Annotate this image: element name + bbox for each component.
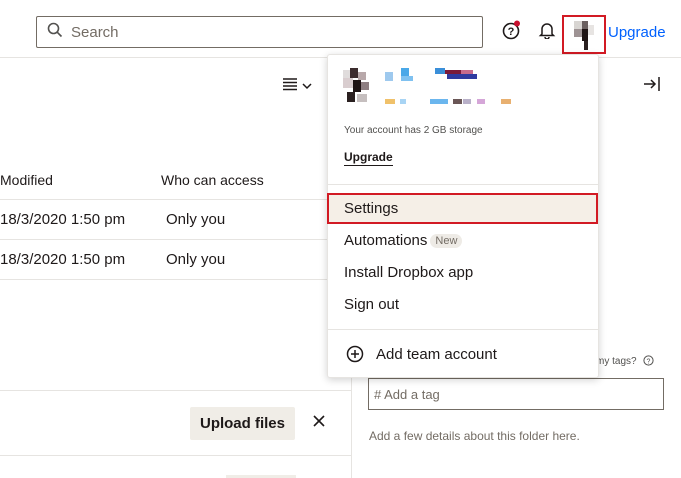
menu-divider (328, 329, 598, 330)
column-header-modified[interactable]: Modified (0, 172, 53, 188)
plus-circle-icon (346, 345, 364, 363)
menu-avatar (343, 68, 383, 108)
menu-item-install-app[interactable]: Install Dropbox app (344, 264, 473, 281)
svg-text:?: ? (508, 26, 515, 38)
column-header-access[interactable]: Who can access (161, 172, 264, 188)
tags-help-link[interactable]: my tags? ? (596, 355, 654, 369)
collapse-panel-icon (643, 76, 661, 97)
help-icon: ? (501, 20, 521, 45)
storage-info: Your account has 2 GB storage (344, 125, 483, 136)
row-2-modified: 18/3/2020 1:50 pm (0, 251, 126, 268)
menu-item-automations-label: Automations (344, 232, 428, 249)
upgrade-link[interactable]: Upgrade (608, 24, 666, 41)
menu-divider (328, 184, 598, 185)
new-badge: New (430, 234, 463, 248)
svg-text:?: ? (647, 358, 651, 365)
close-upload-bar-button[interactable] (309, 413, 329, 433)
help-button[interactable]: ? (500, 20, 522, 45)
list-view-icon (282, 77, 298, 96)
notifications-button[interactable] (536, 21, 558, 43)
help-icon: ? (643, 355, 654, 369)
add-team-account-label: Add team account (376, 345, 497, 363)
search-icon (47, 22, 63, 43)
add-tag-input[interactable]: # Add a tag (368, 378, 664, 410)
tags-hint-text: my tags? (596, 356, 637, 367)
row-2-access[interactable]: Only you (166, 251, 225, 268)
menu-upgrade-link[interactable]: Upgrade (344, 150, 393, 166)
menu-item-automations[interactable]: Automations New (344, 232, 463, 249)
row-divider (0, 199, 330, 200)
list-bottom-divider (0, 455, 351, 456)
menu-item-add-team-account[interactable]: Add team account (346, 345, 497, 363)
folder-details-hint: Add a few details about this folder here… (369, 429, 580, 443)
menu-item-sign-out[interactable]: Sign out (344, 296, 399, 313)
collapse-panel-button[interactable] (641, 75, 663, 97)
search-placeholder: Search (71, 23, 119, 41)
bell-icon (538, 21, 556, 44)
account-avatar-button[interactable] (562, 15, 606, 54)
row-divider (0, 279, 330, 280)
avatar (572, 19, 596, 51)
menu-item-settings[interactable]: Settings (344, 200, 398, 217)
search-input[interactable]: Search (36, 16, 483, 48)
chevron-down-icon (302, 77, 312, 95)
view-options-button[interactable] (279, 76, 315, 96)
close-icon (312, 414, 326, 433)
row-divider (0, 239, 330, 240)
upload-files-button[interactable]: Upload files (190, 407, 295, 440)
upload-bar-divider (0, 390, 351, 391)
row-1-access[interactable]: Only you (166, 211, 225, 228)
row-1-modified: 18/3/2020 1:50 pm (0, 211, 126, 228)
menu-account-name (385, 68, 515, 108)
